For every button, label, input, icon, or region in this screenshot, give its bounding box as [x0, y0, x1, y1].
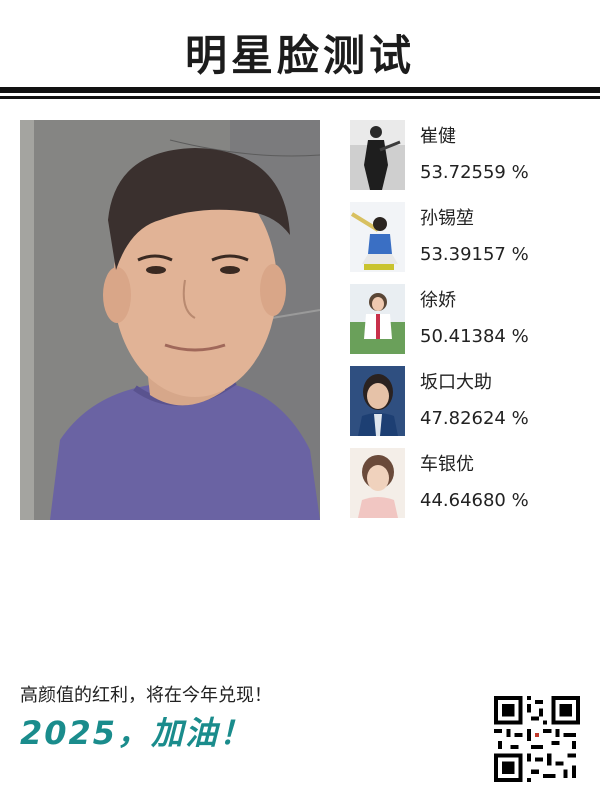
match-name: 崔健 — [420, 126, 456, 147]
match-thumbnail — [350, 284, 405, 354]
match-score: 50.41384 % — [420, 326, 529, 347]
match-item: 孙锡堃 53.39157 % — [350, 202, 590, 272]
match-thumbnail — [350, 202, 405, 272]
match-name: 孙锡堃 — [420, 208, 474, 229]
match-name: 徐娇 — [420, 290, 456, 311]
match-item: 车银优 44.64680 % — [350, 448, 590, 518]
match-item: 坂口大助 47.82624 % — [350, 366, 590, 436]
user-face-photo — [20, 120, 320, 520]
match-score: 47.82624 % — [420, 408, 529, 429]
header-rule-thin — [0, 96, 600, 99]
header-rule-thick — [0, 87, 600, 93]
match-thumbnail — [350, 120, 405, 190]
match-score: 53.72559 % — [420, 162, 529, 183]
match-thumbnail — [350, 448, 405, 518]
qr-code-icon — [494, 696, 580, 782]
page-title: 明星脸测试 — [184, 31, 415, 80]
match-item: 崔健 53.72559 % — [350, 120, 590, 190]
match-score: 44.64680 % — [420, 490, 529, 511]
match-item: 徐娇 50.41384 % — [350, 284, 590, 354]
match-name: 车银优 — [420, 454, 474, 475]
match-thumbnail — [350, 366, 405, 436]
match-name: 坂口大助 — [420, 372, 492, 393]
slogan-text: 高颜值的红利，将在今年兑现！ — [20, 685, 272, 706]
match-score: 53.39157 % — [420, 244, 529, 265]
cheer-text: 2025，加油！ — [20, 714, 254, 752]
